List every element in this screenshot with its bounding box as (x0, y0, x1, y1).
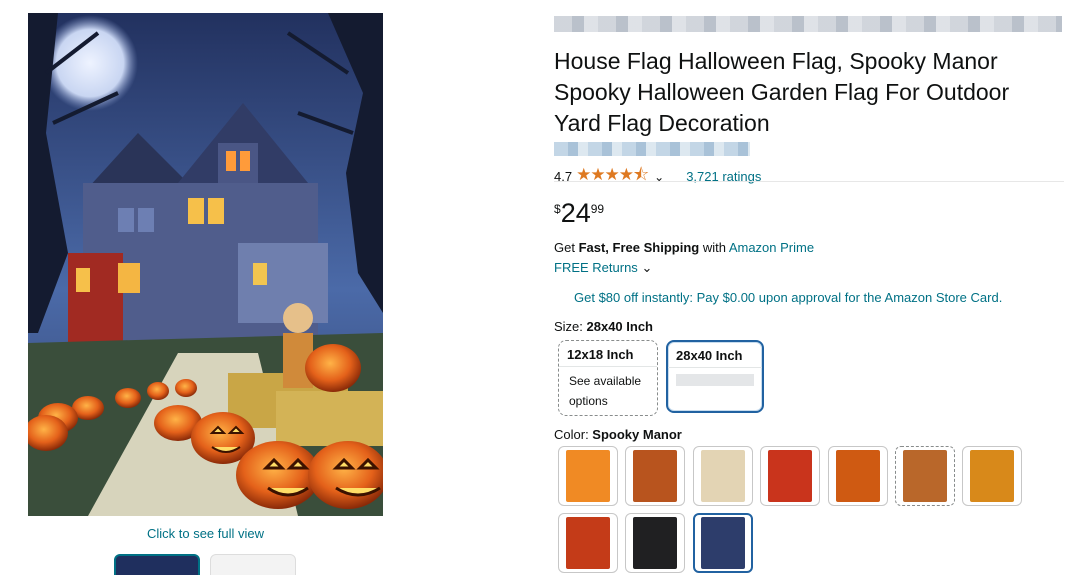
color-swatch[interactable] (625, 513, 685, 573)
free-returns-link[interactable]: FREE Returns ⌄ (554, 260, 652, 276)
swatch-image (633, 517, 677, 569)
shipping-info: Get Fast, Free Shipping with Amazon Prim… (554, 240, 814, 255)
color-swatch[interactable] (828, 446, 888, 506)
store-card-offer-link[interactable]: Get $80 off instantly: Pay $0.00 upon ap… (574, 290, 1002, 305)
color-label: Color: Spooky Manor (554, 427, 682, 442)
size-label-prefix: Size: (554, 319, 587, 334)
color-swatch[interactable] (625, 446, 685, 506)
haunted-house-image (28, 13, 383, 516)
size-selected-value: 28x40 Inch (586, 319, 654, 334)
star-rating-icon[interactable]: ★★★★⯪ (576, 162, 649, 191)
product-main-image[interactable] (28, 13, 383, 516)
price-symbol: $ (554, 202, 561, 216)
chevron-down-icon: ⌄ (641, 260, 653, 275)
size-option-availability: See available options (569, 374, 642, 408)
free-returns-label: FREE Returns (554, 260, 638, 275)
color-swatch-spooky-manor-selected[interactable] (693, 513, 753, 573)
shipping-prefix: Get (554, 240, 579, 255)
swatch-image (701, 450, 745, 502)
size-option-name: 12x18 Inch (559, 341, 657, 367)
swatch-image (768, 450, 812, 502)
blurred-store-link[interactable] (554, 16, 1062, 32)
swatch-image (836, 450, 880, 502)
shipping-middle: with (699, 240, 729, 255)
color-swatch[interactable] (693, 446, 753, 506)
color-selected-value: Spooky Manor (592, 427, 682, 442)
price-whole: 24 (560, 198, 591, 228)
prime-link[interactable]: Amazon Prime (729, 240, 814, 255)
blurred-badge (554, 142, 750, 156)
swatch-image (970, 450, 1014, 502)
size-option-12x18[interactable]: 12x18 Inch See available options (558, 340, 658, 416)
size-option-28x40-selected[interactable]: 28x40 Inch (666, 340, 764, 413)
divider (554, 181, 1064, 182)
size-option-name: 28x40 Inch (668, 342, 762, 368)
thumbnail[interactable] (210, 554, 296, 575)
swatch-image (566, 517, 610, 569)
blurred-price-placeholder (676, 374, 754, 386)
price-fraction: 99 (590, 202, 605, 216)
swatch-image (701, 517, 745, 569)
full-view-link[interactable]: Click to see full view (28, 526, 383, 541)
color-swatch[interactable] (962, 446, 1022, 506)
swatch-image (903, 450, 947, 502)
swatch-image (566, 450, 610, 502)
thumbnail-selected[interactable] (114, 554, 200, 575)
swatch-image (633, 450, 677, 502)
size-label: Size: 28x40 Inch (554, 319, 653, 334)
color-swatch[interactable] (558, 513, 618, 573)
rating-row: 4.7 ★★★★⯪ ⌄ 3,721 ratings (554, 162, 761, 191)
shipping-bold: Fast, Free Shipping (578, 240, 700, 255)
product-title: House Flag Halloween Flag, Spooky Manor … (554, 48, 1010, 136)
color-swatch[interactable] (760, 446, 820, 506)
color-swatch-unavailable[interactable] (895, 446, 955, 506)
color-label-prefix: Color: (554, 427, 593, 442)
price: $2499 (554, 198, 604, 229)
color-swatch[interactable] (558, 446, 618, 506)
